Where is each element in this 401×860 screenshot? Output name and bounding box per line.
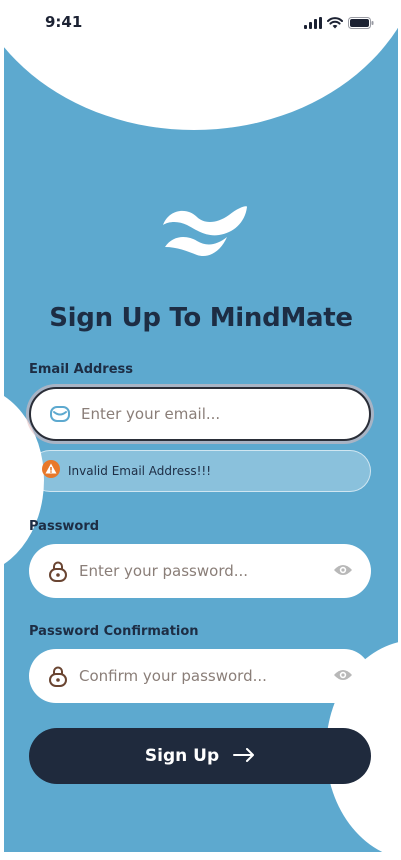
email-error-message: Invalid Email Address!!! — [29, 450, 371, 492]
password-confirmation-placeholder: Confirm your password... — [79, 667, 267, 685]
signup-screen: 9:41 Sign Up To MindMate Email Address E… — [4, 0, 398, 852]
email-label: Email Address — [29, 362, 134, 377]
sign-up-button-label: Sign Up — [144, 746, 220, 766]
warning-icon — [42, 460, 60, 482]
password-label: Password — [29, 519, 100, 534]
mail-icon — [49, 403, 71, 425]
password-field[interactable]: Enter your password... — [29, 544, 371, 598]
signal-icon — [304, 14, 322, 33]
status-icons — [304, 14, 374, 33]
password-confirmation-label: Password Confirmation — [29, 624, 199, 639]
lock-icon — [47, 560, 69, 582]
sign-up-button[interactable]: Sign Up — [29, 728, 371, 784]
status-bar: 9:41 — [4, 0, 398, 44]
mindmate-logo — [159, 203, 249, 263]
lock-icon — [47, 665, 69, 687]
password-confirmation-field[interactable]: Confirm your password... — [29, 649, 371, 703]
arrow-right-icon — [233, 747, 255, 766]
eye-icon[interactable] — [333, 667, 353, 687]
page-title: Sign Up To MindMate — [49, 303, 353, 333]
email-error-text: Invalid Email Address!!! — [68, 464, 212, 478]
email-placeholder: Enter your email... — [81, 405, 221, 423]
password-placeholder: Enter your password... — [79, 562, 249, 580]
status-time: 9:41 — [45, 13, 83, 31]
battery-icon — [348, 14, 374, 33]
email-field[interactable]: Enter your email... — [29, 387, 371, 441]
eye-icon[interactable] — [333, 562, 353, 582]
wifi-icon — [327, 14, 343, 33]
